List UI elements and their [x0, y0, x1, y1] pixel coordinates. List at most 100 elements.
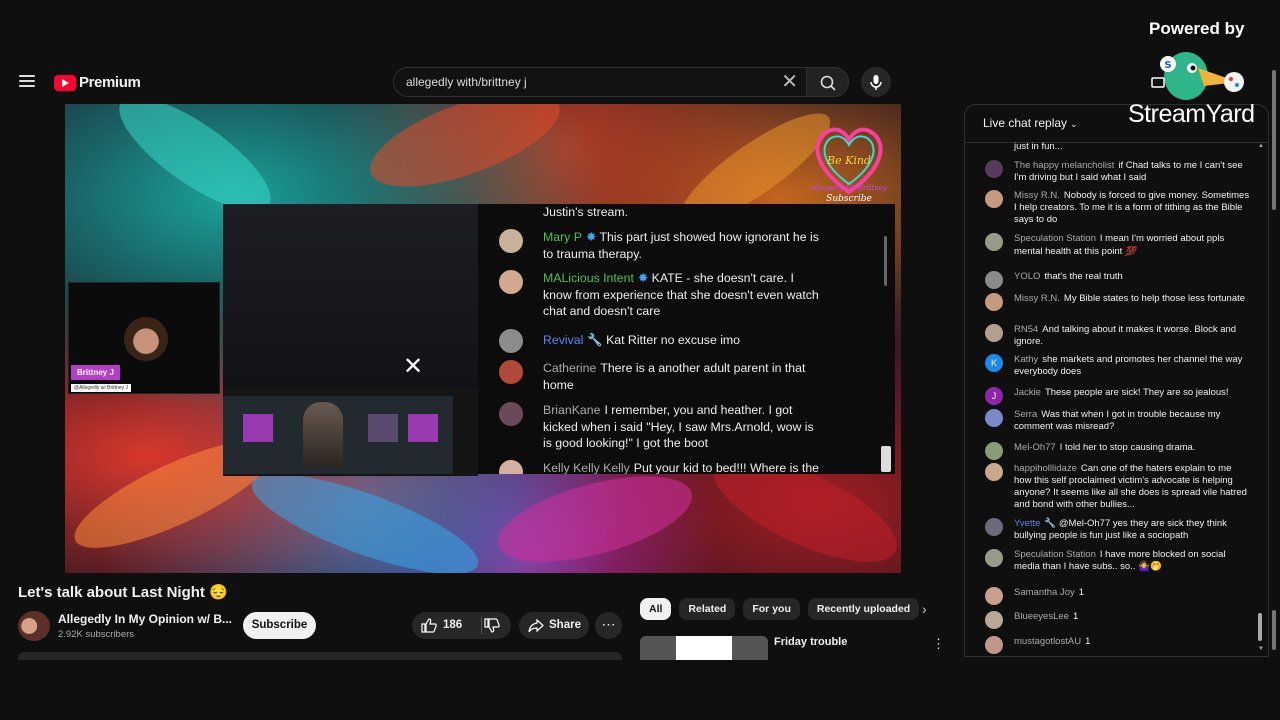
- chat-message: J Jackie These people are sick! They are …: [985, 387, 1250, 405]
- chat-author: Yvette: [1014, 518, 1041, 529]
- overlay-chat-text: Kat Ritter no excuse imo: [606, 333, 741, 347]
- chat-author: RN54: [1014, 324, 1039, 335]
- host-face: [124, 317, 168, 361]
- scroll-up-icon[interactable]: ▲: [1258, 143, 1264, 149]
- chat-author: Serra: [1014, 409, 1038, 420]
- close-icon: ✕: [403, 353, 424, 380]
- chat-author: Samantha Joy: [1014, 587, 1075, 598]
- dislike-icon[interactable]: [484, 618, 500, 633]
- chat-message: Serra Was that when I got in trouble beca…: [985, 409, 1250, 433]
- search-icon: [820, 75, 836, 91]
- overlay-chat-message: BrianKane I remember, you and heather. I …: [499, 402, 820, 452]
- overlay-chat-author: BrianKane: [543, 403, 601, 417]
- chip-for-you[interactable]: For you: [743, 598, 800, 620]
- search-input[interactable]: allegedly with/brittney j: [406, 75, 527, 89]
- overlay-chat-message: Catherine There is a another adult parent…: [499, 360, 820, 393]
- chat-mode-dropdown[interactable]: Live chat replay ⌄: [983, 116, 1078, 130]
- avatar: [985, 587, 1003, 605]
- avatar: [985, 190, 1003, 208]
- hundred-emoji: 💯: [1124, 246, 1137, 256]
- chat-message: Speculation Station I mean I'm worried ab…: [985, 233, 1250, 258]
- chat-message: BlueeyesLee 1: [985, 611, 1250, 629]
- avatar: [499, 329, 523, 353]
- avatar: [985, 271, 1003, 289]
- channel-name[interactable]: Allegedly In My Opinion w/ B...: [58, 612, 232, 626]
- avatar: [985, 160, 1003, 178]
- powered-by-label: Powered by: [1149, 19, 1245, 38]
- avatar: [985, 611, 1003, 629]
- chat-author: Missy R.N.: [1014, 190, 1060, 201]
- streamyard-duck-logo: S: [1151, 52, 1244, 100]
- search-button[interactable]: [806, 67, 849, 97]
- overlay-chat-text: Put your kid to bed!!! Where is the: [633, 461, 820, 474]
- chevron-right-icon[interactable]: ›: [922, 601, 927, 617]
- chat-message: The happy melancholist if Chad talks to m…: [985, 160, 1250, 184]
- chat-message-text: that's the real truth: [1044, 271, 1123, 282]
- chip-recently-uploaded[interactable]: Recently uploaded: [807, 598, 920, 620]
- overlay-chat-message: Kelly Kelly Kelly Put your kid to bed!!! …: [499, 460, 820, 474]
- chat-message: Yvette 🔧 @Mel-Oh77 yes they are sick they…: [985, 518, 1250, 542]
- channel-badge-logo: Be Kind Allegedly W/ Brittney Subscribe: [810, 127, 888, 204]
- live-chat-panel: Live chat replay ⌄ ▲ ▼ just in fun... The…: [964, 104, 1269, 657]
- chat-message: YOLO that's the real truth: [985, 271, 1250, 289]
- channel-avatar[interactable]: [18, 611, 50, 641]
- kebab-menu-icon[interactable]: ⋮: [932, 636, 945, 652]
- recommended-video-title[interactable]: Friday trouble: [774, 636, 847, 648]
- scroll-down-icon[interactable]: ▼: [1258, 646, 1264, 652]
- verified-icon: ✸: [585, 230, 600, 244]
- search-box[interactable]: allegedly with/brittney j ✕: [393, 67, 807, 97]
- chat-message-text: 1: [1078, 587, 1085, 598]
- like-icon[interactable]: [421, 618, 437, 633]
- avatar: [499, 229, 523, 253]
- overlay-chat-message: Mary P ✸ This part just showed how ignora…: [499, 229, 820, 262]
- chat-message: Mel-Oh77 I told her to stop causing drama…: [985, 442, 1250, 460]
- chat-mode-label: Live chat replay: [983, 116, 1068, 130]
- video-person: [303, 402, 343, 468]
- page-scrollbar-lower[interactable]: [1272, 610, 1276, 650]
- like-dislike-group: 186: [412, 612, 511, 639]
- chat-author: Speculation Station: [1014, 233, 1096, 244]
- recommended-video-thumbnail[interactable]: [640, 636, 768, 660]
- chat-message-text: And talking about it makes it worse. Blo…: [1014, 324, 1237, 347]
- avatar: [499, 360, 523, 384]
- chat-message-text: My Bible states to help those less fortu…: [1063, 293, 1246, 304]
- embedded-video-thumbnail: [223, 396, 453, 474]
- subscriber-count: 2.92K subscribers: [58, 629, 135, 640]
- description-box[interactable]: [18, 652, 622, 660]
- chat-message-text: I told her to stop causing drama.: [1059, 442, 1196, 453]
- avatar: [985, 324, 1003, 342]
- subscribe-button[interactable]: Subscribe: [243, 612, 316, 639]
- chat-message: Missy R.N. My Bible states to help those …: [985, 293, 1250, 311]
- voice-search-button[interactable]: [861, 67, 891, 97]
- overlay-chat-author: Mary P: [543, 230, 582, 244]
- overlay-chat-author: Revival: [543, 333, 584, 347]
- video-player[interactable]: Be Kind Allegedly W/ Brittney Subscribe …: [65, 104, 901, 573]
- divider: [481, 617, 482, 634]
- chat-message: Samantha Joy 1: [985, 587, 1250, 605]
- chat-author: Jackie: [1014, 387, 1041, 398]
- svg-text:S: S: [1164, 60, 1171, 71]
- chat-message: K Kathy she markets and promotes her chan…: [985, 354, 1250, 378]
- more-actions-button[interactable]: ⋯: [595, 612, 622, 639]
- like-count: 186: [443, 619, 463, 631]
- avatar: [985, 442, 1003, 460]
- overlay-chat-message: Justin's stream.: [500, 204, 820, 221]
- share-button[interactable]: Share: [519, 612, 589, 639]
- chevron-down-icon: ⌄: [1070, 119, 1078, 129]
- menu-icon[interactable]: [19, 75, 35, 87]
- chat-author: Missy R.N.: [1014, 293, 1060, 304]
- chip-related[interactable]: Related: [679, 598, 736, 620]
- video-tile: [408, 414, 438, 442]
- masthead: Premium allegedly with/brittney j ✕: [0, 60, 960, 104]
- chat-message: mustagotlostAU 1: [985, 636, 1250, 654]
- chat-message-text: she markets and promotes her channel the…: [1014, 354, 1243, 377]
- chip-all[interactable]: All: [640, 598, 672, 620]
- clear-search-icon[interactable]: ✕: [781, 72, 798, 92]
- chat-author: happiholllidaze: [1014, 463, 1077, 474]
- youtube-premium-logo[interactable]: Premium: [54, 74, 141, 91]
- video-tile: [368, 414, 398, 442]
- chat-scrollbar-thumb[interactable]: [1258, 613, 1262, 641]
- overlay-chat-text: Justin's stream.: [543, 205, 629, 219]
- chat-message-text: 1: [1072, 611, 1079, 622]
- page-scrollbar[interactable]: [1272, 70, 1276, 210]
